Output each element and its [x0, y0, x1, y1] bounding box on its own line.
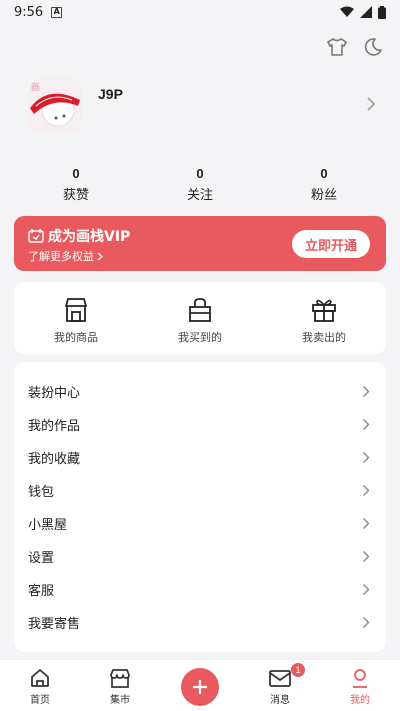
- tab-home[interactable]: 首页: [0, 660, 80, 711]
- avatar[interactable]: 画: [28, 78, 82, 132]
- stat-label: 关注: [186, 188, 213, 203]
- wifi-icon: [340, 6, 354, 17]
- stat-count: 0: [320, 166, 328, 181]
- menu-my-works[interactable]: 我的作品: [14, 408, 386, 441]
- menu-label: 小黑屋: [28, 518, 68, 533]
- shop-icon: [65, 298, 87, 322]
- tab-mine[interactable]: 我的: [320, 660, 400, 711]
- menu-label: 我的作品: [28, 419, 81, 434]
- chevron-right-icon: [367, 97, 376, 111]
- signal-icon: [360, 6, 372, 18]
- menu-customer-service[interactable]: 客服: [14, 573, 386, 606]
- menu-label: 钱包: [28, 485, 55, 500]
- stat-count: 0: [196, 166, 204, 181]
- battery-icon: [378, 5, 386, 19]
- menu-label: 我要寄售: [28, 617, 81, 632]
- menu-wallet[interactable]: 钱包: [14, 474, 386, 507]
- menu-label: 设置: [28, 551, 55, 566]
- home-icon: [31, 669, 49, 687]
- quick-label: 我买到的: [178, 331, 222, 344]
- vip-banner[interactable]: 成为画栈VIP 了解更多权益 立即开通: [14, 216, 386, 271]
- header-actions: [326, 36, 384, 58]
- vip-learn-more[interactable]: 了解更多权益: [28, 248, 103, 264]
- publish-button[interactable]: [181, 668, 219, 706]
- tab-label: 首页: [30, 695, 50, 706]
- status-bar: 9:56 A: [0, 0, 400, 24]
- tab-publish[interactable]: [160, 660, 240, 711]
- menu-favorites[interactable]: 我的收藏: [14, 441, 386, 474]
- market-icon: [110, 669, 130, 688]
- menu-consign[interactable]: 我要寄售: [14, 606, 386, 639]
- vip-title: 成为画栈VIP: [48, 229, 131, 245]
- stat-following[interactable]: 0 关注: [138, 166, 262, 203]
- vip-title-row: 成为画栈VIP: [28, 226, 130, 246]
- notification-a-icon: A: [51, 6, 63, 18]
- tab-messages[interactable]: 1 消息: [240, 660, 320, 711]
- vip-open-button[interactable]: 立即开通: [292, 230, 370, 258]
- quick-bought[interactable]: 我买到的: [138, 282, 262, 354]
- tab-label: 集市: [110, 695, 130, 706]
- tab-label: 消息: [270, 695, 290, 706]
- vip-crown-icon: [28, 229, 44, 243]
- menu-label: 客服: [28, 584, 55, 599]
- chevron-right-icon: [363, 617, 370, 628]
- menu-label: 我的收藏: [28, 452, 81, 467]
- stat-followers[interactable]: 0 粉丝: [262, 166, 386, 203]
- quick-sold[interactable]: 我卖出的: [262, 282, 386, 354]
- stat-count: 0: [72, 166, 80, 181]
- chevron-right-icon: [363, 452, 370, 463]
- vip-subtitle: 了解更多权益: [28, 250, 94, 263]
- chevron-right-icon: [363, 419, 370, 430]
- chevron-right-icon: [97, 252, 103, 260]
- quick-label: 我卖出的: [302, 331, 346, 344]
- gift-icon: [312, 299, 336, 322]
- person-icon: [353, 669, 367, 688]
- chevron-right-icon: [363, 485, 370, 496]
- menu-dressup-center[interactable]: 装扮中心: [14, 375, 386, 408]
- menu-label: 装扮中心: [28, 386, 81, 401]
- profile-header[interactable]: 画 J9P: [28, 78, 380, 140]
- tab-label: 我的: [350, 695, 370, 706]
- moon-icon[interactable]: [362, 36, 384, 58]
- bag-icon: [189, 298, 211, 322]
- chevron-right-icon: [363, 518, 370, 529]
- stat-label: 获赞: [62, 188, 89, 203]
- mail-icon: [269, 670, 291, 687]
- status-time: 9:56: [14, 4, 44, 20]
- menu-settings[interactable]: 设置: [14, 540, 386, 573]
- plus-icon: [193, 680, 207, 694]
- shirt-icon[interactable]: [326, 36, 348, 58]
- menu-blacklist[interactable]: 小黑屋: [14, 507, 386, 540]
- quick-my-products[interactable]: 我的商品: [14, 282, 138, 354]
- tab-market[interactable]: 集市: [80, 660, 160, 711]
- message-badge: 1: [291, 663, 305, 677]
- quick-actions: 我的商品 我买到的 我卖出的: [14, 282, 386, 354]
- chevron-right-icon: [363, 386, 370, 397]
- chevron-right-icon: [363, 551, 370, 562]
- stats-row: 0 获赞 0 关注 0 粉丝: [14, 166, 386, 203]
- bottom-tab-bar: 首页 集市 1 消息 我的: [0, 659, 400, 711]
- chevron-right-icon: [363, 584, 370, 595]
- settings-menu: 装扮中心 我的作品 我的收藏 钱包 小黑屋 设置 客服 我要寄售: [14, 362, 386, 652]
- quick-label: 我的商品: [54, 331, 98, 344]
- username: J9P: [98, 86, 123, 102]
- stat-likes[interactable]: 0 获赞: [14, 166, 138, 203]
- stat-label: 粉丝: [310, 188, 337, 203]
- svg-text:画: 画: [31, 82, 40, 93]
